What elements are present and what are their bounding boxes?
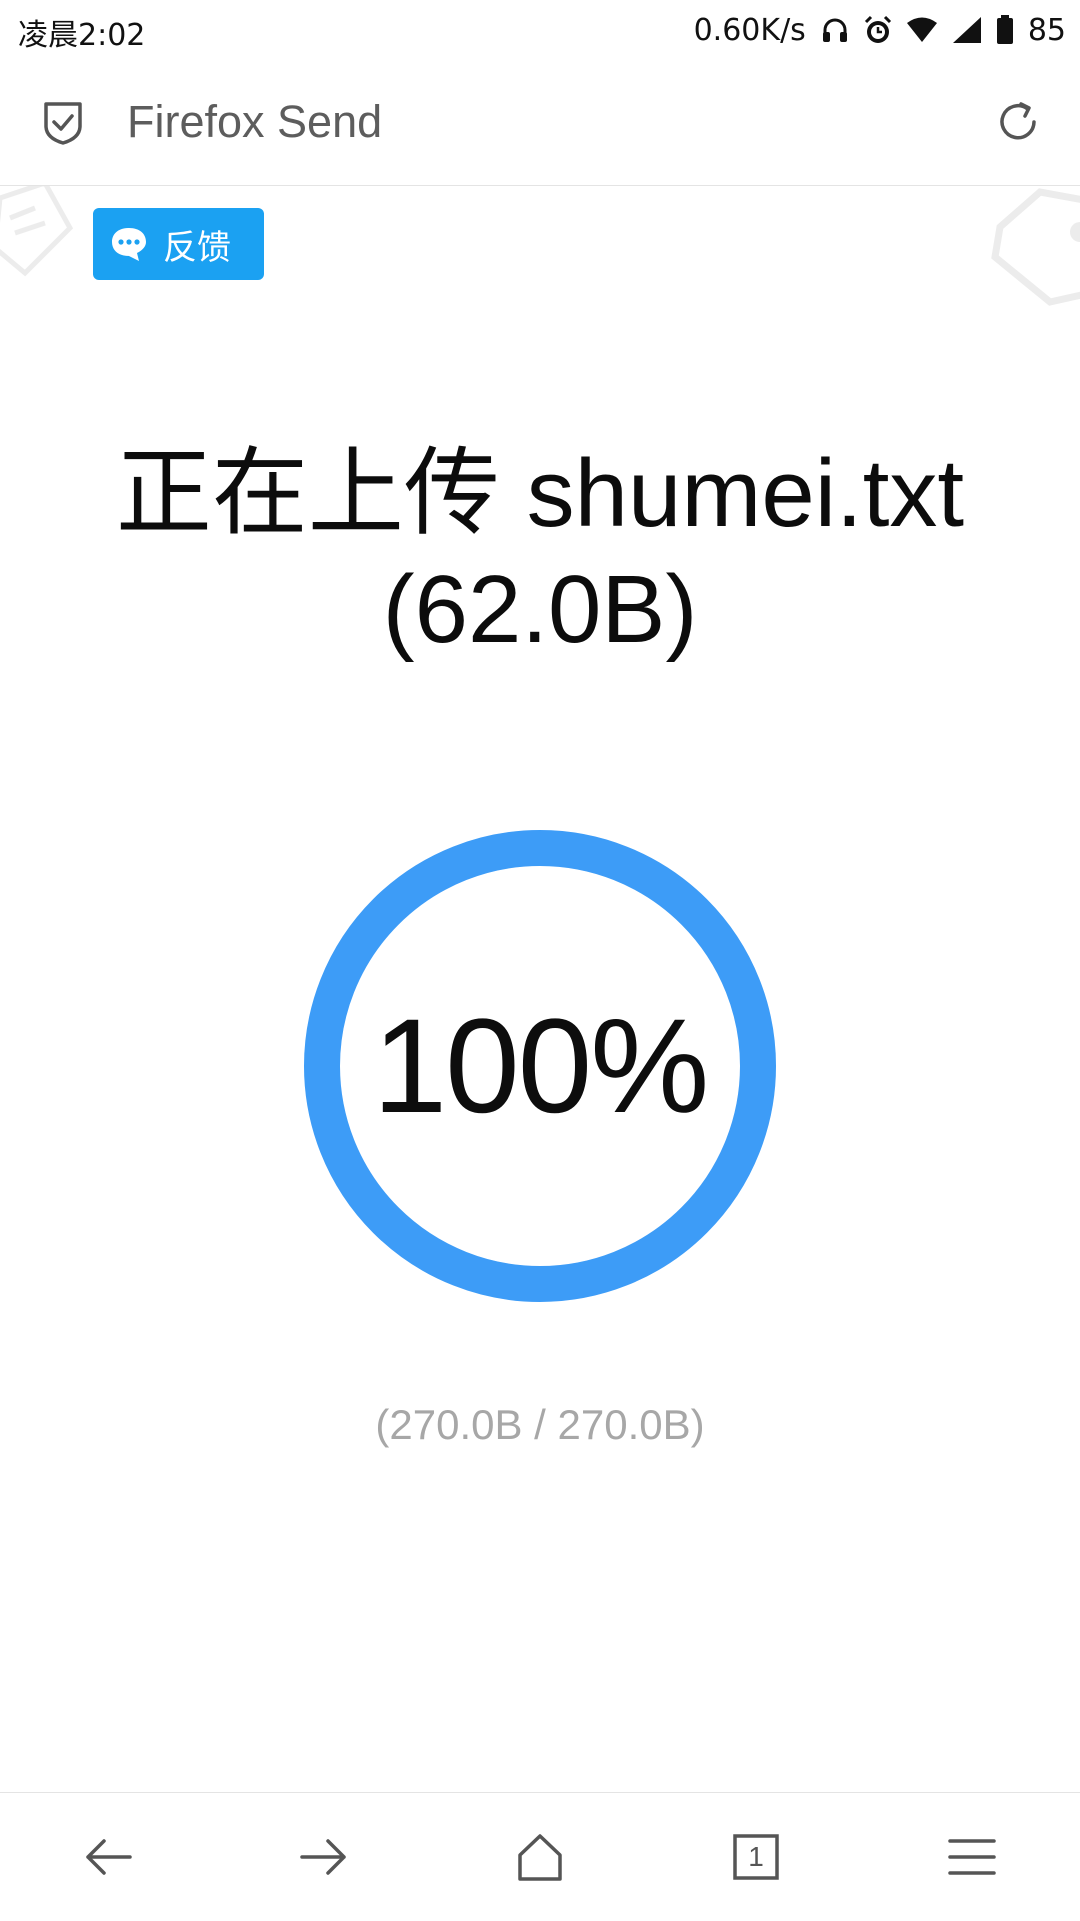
menu-icon bbox=[948, 1839, 996, 1875]
feedback-button[interactable]: 反馈 bbox=[93, 208, 264, 280]
headphones-icon bbox=[820, 15, 850, 45]
progress-ring: 100% bbox=[300, 826, 780, 1306]
browser-toolbar: Firefox Send bbox=[0, 60, 1080, 186]
page-title: Firefox Send bbox=[127, 96, 383, 147]
chat-icon bbox=[112, 228, 146, 261]
tabs-button[interactable]: 1 bbox=[696, 1807, 816, 1907]
status-bar: 凌晨2:02 0.60K/s 85 bbox=[0, 0, 1080, 60]
status-indicators: 0.60K/s 85 bbox=[694, 8, 1066, 52]
progress-percent: 100% bbox=[372, 991, 710, 1141]
alarm-icon bbox=[864, 15, 892, 45]
upload-filesize: (62.0B) bbox=[382, 556, 698, 663]
upload-filename: 正在上传 shumei.txt bbox=[115, 440, 965, 547]
network-speed: 0.60K/s bbox=[693, 12, 806, 48]
status-time: 凌晨2:02 bbox=[18, 18, 146, 53]
decorative-tag-left bbox=[0, 186, 80, 292]
battery-level: 85 bbox=[1027, 12, 1066, 48]
battery-icon bbox=[996, 15, 1014, 45]
bottom-navigation: 1 bbox=[0, 1792, 1080, 1921]
upload-title: 正在上传 shumei.txt (62.0B) bbox=[40, 436, 1040, 668]
signal-icon bbox=[952, 16, 982, 44]
progress-bytes: (270.0B / 270.0B) bbox=[375, 1401, 705, 1448]
decorative-tag-right bbox=[980, 186, 1080, 316]
menu-button[interactable] bbox=[912, 1807, 1032, 1907]
forward-arrow-icon bbox=[300, 1839, 346, 1875]
forward-button[interactable] bbox=[264, 1807, 384, 1907]
reload-icon[interactable] bbox=[994, 98, 1042, 150]
feedback-label: 反馈 bbox=[163, 227, 231, 268]
tab-count: 1 bbox=[748, 1841, 764, 1872]
wifi-icon bbox=[906, 16, 938, 44]
home-icon bbox=[518, 1834, 562, 1881]
home-button[interactable] bbox=[480, 1807, 600, 1907]
page-content: 反馈 正在上传 shumei.txt (62.0B) 100% (270.0B … bbox=[0, 186, 1080, 1792]
back-arrow-icon bbox=[86, 1839, 132, 1875]
shield-icon[interactable] bbox=[42, 100, 84, 150]
back-button[interactable] bbox=[48, 1807, 168, 1907]
